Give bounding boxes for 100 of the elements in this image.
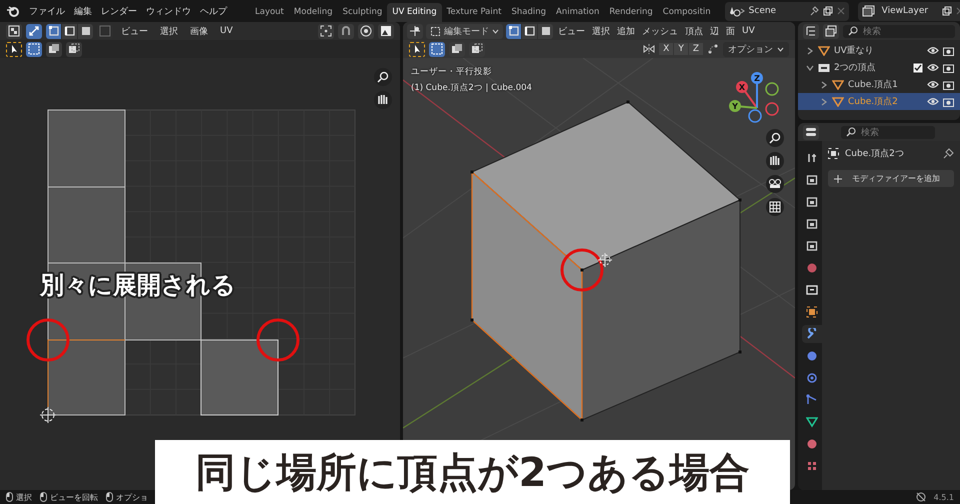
texture-icon bbox=[806, 460, 818, 472]
duplicate-icon[interactable] bbox=[942, 6, 952, 16]
options-dropdown[interactable]: オプション bbox=[723, 42, 789, 56]
workspace-tab[interactable]: Layout bbox=[250, 3, 289, 22]
pin-icon[interactable] bbox=[943, 148, 954, 159]
app-logo-icon[interactable] bbox=[6, 5, 20, 17]
select-mode-button[interactable] bbox=[78, 24, 93, 38]
disclosure-caret-icon[interactable] bbox=[806, 64, 814, 72]
mirror-axis-toggle[interactable]: X bbox=[659, 43, 674, 55]
menu-item[interactable]: 選択 bbox=[590, 24, 612, 38]
zoom-icon[interactable] bbox=[766, 129, 784, 147]
filter-button[interactable] bbox=[823, 24, 839, 38]
outliner-row[interactable]: 2つの頂点 bbox=[798, 59, 960, 76]
disclosure-caret-icon[interactable] bbox=[820, 80, 828, 88]
menu-item[interactable]: ビュー bbox=[556, 24, 587, 38]
menu-item[interactable]: 頂点 bbox=[683, 24, 705, 38]
editor-type-button[interactable] bbox=[6, 24, 22, 38]
workspace-tab[interactable]: Modeling bbox=[288, 3, 338, 22]
menu-item[interactable]: ファイル bbox=[29, 4, 65, 18]
workspace-tab[interactable]: Shading bbox=[506, 3, 552, 22]
workspace-tab[interactable]: Animation bbox=[551, 3, 604, 22]
workspace-tab[interactable]: Sculpting bbox=[338, 3, 388, 22]
camera-icon[interactable] bbox=[943, 46, 954, 56]
view-layer-selector[interactable]: ViewLayer bbox=[858, 2, 960, 20]
workspace-tab[interactable]: Rendering bbox=[604, 3, 658, 22]
eye-icon[interactable] bbox=[927, 63, 939, 72]
triangle-mesh-icon bbox=[832, 96, 844, 106]
mode-dropdown[interactable]: 編集モード bbox=[426, 24, 503, 38]
menu-item[interactable]: 編集 bbox=[74, 4, 92, 18]
duplicate-icon[interactable] bbox=[822, 6, 833, 16]
image-button[interactable] bbox=[378, 24, 394, 38]
checkbox-icon[interactable] bbox=[913, 62, 923, 72]
menu-item[interactable]: UV bbox=[740, 26, 757, 36]
subtract-selection-button[interactable] bbox=[66, 42, 82, 56]
new-selection-button[interactable] bbox=[26, 42, 42, 56]
status-hint: 選択 bbox=[16, 492, 32, 502]
hand-icon[interactable] bbox=[374, 91, 392, 109]
menu-item[interactable]: ビュー bbox=[117, 24, 152, 38]
select-mode-button[interactable] bbox=[62, 24, 77, 38]
zoom-icon[interactable] bbox=[374, 68, 392, 86]
extend-selection-button[interactable] bbox=[449, 42, 465, 56]
pin-icon[interactable] bbox=[808, 6, 819, 16]
select-mode-button[interactable] bbox=[506, 24, 521, 38]
select-tool-button[interactable] bbox=[409, 42, 425, 56]
mirror-icon[interactable] bbox=[643, 43, 656, 55]
proportional-edit-button[interactable] bbox=[358, 24, 374, 38]
outliner-row[interactable]: Cube.頂点2 bbox=[798, 93, 960, 110]
menu-item[interactable]: 辺 bbox=[708, 24, 721, 38]
menu-item[interactable]: 面 bbox=[724, 24, 737, 38]
axis-gizmo[interactable]: X Y Z bbox=[729, 72, 779, 123]
select-mode-button[interactable] bbox=[538, 24, 553, 38]
mirror-axis-toggle[interactable]: Z bbox=[688, 43, 703, 55]
display-mode-button[interactable] bbox=[803, 24, 819, 38]
outliner-row[interactable]: Cube.頂点1 bbox=[798, 76, 960, 93]
editor-type-button[interactable] bbox=[407, 24, 423, 38]
extend-selection-button[interactable] bbox=[46, 42, 62, 56]
camera-icon[interactable] bbox=[943, 96, 954, 106]
eye-icon[interactable] bbox=[927, 46, 939, 55]
camera-icon[interactable] bbox=[943, 62, 954, 72]
scene-selector[interactable]: Scene bbox=[724, 2, 849, 20]
face-square-icon bbox=[80, 25, 92, 37]
workspace-tab[interactable]: Texture Paint bbox=[442, 3, 506, 22]
select-tool-button[interactable] bbox=[6, 42, 22, 56]
snap-vertices-icon[interactable] bbox=[707, 43, 719, 55]
camera-icon[interactable] bbox=[943, 80, 954, 90]
menu-item[interactable]: 追加 bbox=[615, 24, 637, 38]
sync-selection-toggle[interactable] bbox=[26, 24, 42, 38]
camera-icon[interactable] bbox=[766, 175, 784, 193]
cursor-crosshair-icon bbox=[598, 252, 612, 268]
disclosure-caret-icon[interactable] bbox=[820, 98, 828, 106]
eye-icon[interactable] bbox=[927, 80, 939, 89]
menu-item[interactable]: UV bbox=[216, 26, 237, 36]
menu-item[interactable]: 選択 bbox=[156, 24, 182, 38]
search-field[interactable]: 検索 bbox=[843, 24, 955, 38]
workspace-tab[interactable]: UV Editing bbox=[387, 3, 442, 22]
pivot-button[interactable] bbox=[318, 24, 334, 38]
new-selection-button[interactable] bbox=[429, 42, 445, 56]
add-modifier-button[interactable]: モディファイアーを追加 bbox=[828, 170, 954, 187]
editor-type-button[interactable] bbox=[803, 124, 819, 140]
menu-item[interactable]: メッシュ bbox=[640, 24, 680, 38]
workspace-tab[interactable]: Compositin bbox=[658, 3, 716, 22]
disclosure-caret-icon[interactable] bbox=[806, 46, 814, 54]
mirror-axis-toggle[interactable]: Y bbox=[674, 43, 688, 55]
network-off-icon bbox=[916, 492, 926, 502]
menu-item[interactable]: ヘルプ bbox=[200, 4, 227, 18]
select-mode-button[interactable] bbox=[46, 24, 61, 38]
menu-item[interactable]: ウィンドウ bbox=[146, 4, 191, 18]
view-name-text: ユーザー・平行投影 bbox=[411, 66, 493, 78]
subtract-selection-button[interactable] bbox=[469, 42, 485, 56]
grid-icon[interactable] bbox=[766, 198, 784, 216]
cube-drawing[interactable] bbox=[470, 100, 742, 422]
snap-button[interactable] bbox=[338, 24, 354, 38]
modifier-tab[interactable] bbox=[802, 325, 822, 343]
eye-icon[interactable] bbox=[927, 97, 939, 106]
menu-item[interactable]: レンダー bbox=[101, 4, 137, 18]
select-mode-button[interactable] bbox=[522, 24, 537, 38]
search-field[interactable]: 検索 bbox=[841, 126, 935, 138]
outliner-row[interactable]: UV重なり bbox=[798, 42, 960, 59]
menu-item[interactable]: 画像 bbox=[186, 24, 212, 38]
hand-icon[interactable] bbox=[766, 152, 784, 170]
